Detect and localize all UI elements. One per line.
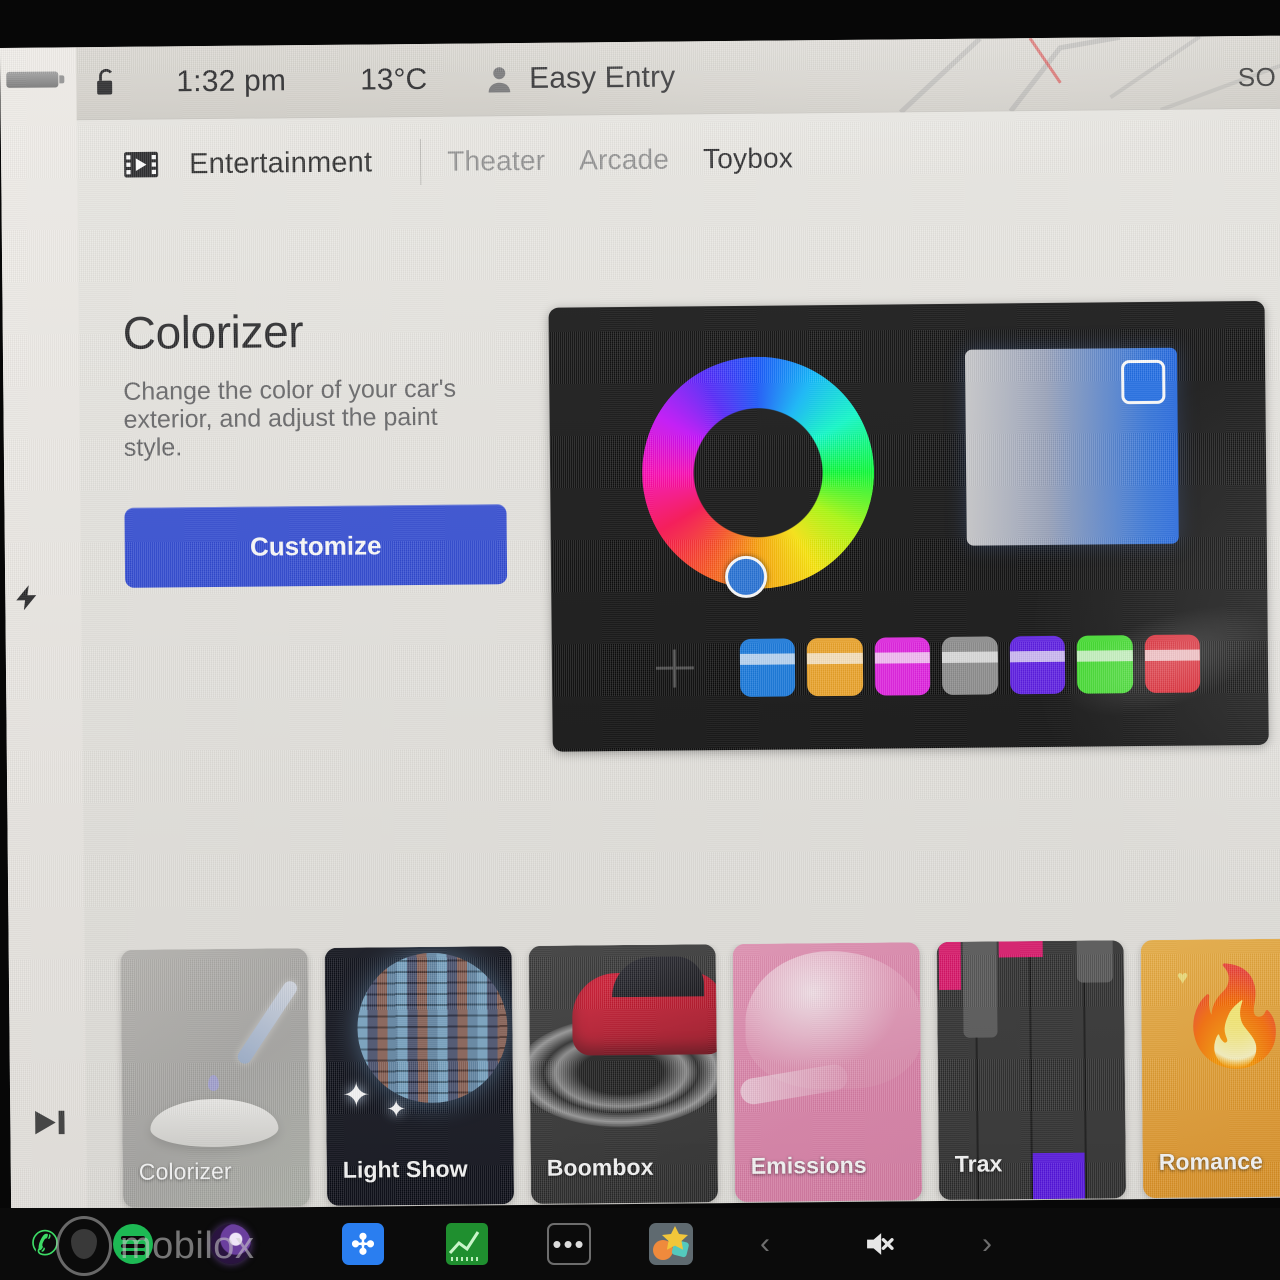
swatch-band bbox=[739, 653, 796, 665]
app-card-trax[interactable]: Trax bbox=[936, 940, 1127, 1201]
left-rail bbox=[0, 47, 88, 1210]
map-strip[interactable]: SO bbox=[860, 35, 1280, 113]
battery-icon bbox=[6, 71, 59, 88]
phone-icon[interactable]: ✆ bbox=[22, 1221, 68, 1267]
street-label: SO bbox=[1237, 61, 1277, 93]
sparkle-icon: ✦ bbox=[341, 1076, 371, 1115]
person-icon[interactable] bbox=[487, 64, 511, 94]
tab-theater[interactable]: Theater bbox=[447, 145, 545, 178]
energy-chart-icon[interactable] bbox=[444, 1221, 490, 1267]
piano-key-black bbox=[1076, 940, 1114, 983]
swatch-blue[interactable] bbox=[739, 638, 796, 697]
bluetooth-glyph: ✣ bbox=[342, 1223, 384, 1265]
clock: 1:32 pm bbox=[176, 64, 287, 99]
swatch-row bbox=[652, 631, 1213, 700]
page-title: Colorizer bbox=[122, 305, 304, 359]
disco-ball-icon bbox=[356, 952, 509, 1104]
toybox-app-row[interactable]: Colorizer ✦ ✦ Light Show Boombox Emissio… bbox=[85, 938, 1280, 1210]
swatch-band bbox=[1009, 650, 1066, 662]
swatch-band bbox=[942, 651, 998, 663]
swatch-band bbox=[874, 652, 931, 664]
unlocked-padlock-icon[interactable] bbox=[92, 68, 120, 98]
camera-icon[interactable] bbox=[208, 1221, 254, 1267]
bluetooth-icon[interactable]: ✣ bbox=[340, 1221, 386, 1267]
tab-toybox[interactable]: Toybox bbox=[703, 142, 793, 175]
status-bar: 1:32 pm 13°C Easy Entry SO bbox=[75, 35, 1280, 121]
app-card-colorizer[interactable]: Colorizer bbox=[120, 948, 311, 1208]
play-skip-icon[interactable] bbox=[32, 1107, 70, 1137]
tab-arcade[interactable]: Arcade bbox=[579, 144, 669, 177]
app-card-light-show[interactable]: ✦ ✦ Light Show bbox=[324, 946, 515, 1206]
swatch-band bbox=[1076, 650, 1133, 662]
swatch-violet[interactable] bbox=[1009, 635, 1066, 695]
outside-temperature: 13°C bbox=[359, 62, 428, 97]
app-card-label: Emissions bbox=[750, 1151, 867, 1179]
spotify-icon[interactable] bbox=[110, 1221, 156, 1267]
infotainment-screen: 1:32 pm 13°C Easy Entry SO Entertainment… bbox=[0, 35, 1280, 1210]
swatch-magenta[interactable] bbox=[874, 637, 931, 696]
volume-muted-icon[interactable] bbox=[856, 1221, 902, 1267]
saturation-brightness-square[interactable] bbox=[964, 347, 1179, 546]
chevron-left-icon[interactable]: ‹ bbox=[742, 1221, 788, 1267]
app-card-label: Colorizer bbox=[138, 1157, 232, 1185]
tesla-touchscreen-photo: 1:32 pm 13°C Easy Entry SO Entertainment… bbox=[0, 0, 1280, 1280]
chevron-right-icon[interactable]: › bbox=[964, 1221, 1010, 1267]
campfire-icon: 🔥 bbox=[1174, 962, 1280, 1071]
tab-divider bbox=[420, 138, 422, 185]
swatch-band bbox=[807, 652, 863, 664]
hue-wheel[interactable] bbox=[641, 355, 876, 590]
lightning-bolt-icon bbox=[11, 583, 41, 613]
film-strip-icon bbox=[123, 149, 159, 179]
hue-selector-knob[interactable] bbox=[724, 555, 768, 599]
detail-text-column: Colorizer Change the color of your car's… bbox=[122, 302, 545, 588]
app-card-label: Light Show bbox=[342, 1155, 468, 1183]
app-card-boombox[interactable]: Boombox bbox=[528, 944, 719, 1204]
whoopee-cushion-icon bbox=[744, 950, 923, 1090]
car-silhouette-icon bbox=[150, 1098, 279, 1148]
swatch-gray[interactable] bbox=[941, 636, 998, 695]
taskbar: ✆ ✣ ••• ‹ › bbox=[0, 1208, 1280, 1280]
app-card-romance[interactable]: ♥ ♥ ♥ 🔥 Romance bbox=[1140, 938, 1280, 1199]
eyedropper-icon bbox=[235, 978, 300, 1067]
sparkle-icon: ✦ bbox=[386, 1096, 407, 1124]
plus-icon[interactable] bbox=[652, 645, 696, 691]
swatch-band bbox=[1144, 649, 1200, 661]
customize-button[interactable]: Customize bbox=[124, 504, 508, 588]
entertainment-tab-bar: Entertainment Theater Arcade Toybox bbox=[77, 109, 1280, 211]
section-title: Entertainment bbox=[188, 145, 373, 180]
app-card-label: Trax bbox=[954, 1150, 1003, 1177]
app-card-label: Boombox bbox=[546, 1153, 654, 1181]
apps-icon[interactable] bbox=[648, 1221, 694, 1267]
more-dots-icon[interactable]: ••• bbox=[546, 1221, 592, 1267]
app-card-label: Romance bbox=[1158, 1147, 1264, 1175]
saturation-selector-knob[interactable] bbox=[1121, 359, 1166, 405]
app-card-emissions[interactable]: Emissions bbox=[732, 942, 923, 1202]
piano-key-accent bbox=[938, 941, 962, 991]
driver-profile-name[interactable]: Easy Entry bbox=[529, 61, 675, 96]
piano-key-accent bbox=[1030, 1152, 1086, 1200]
swatch-red[interactable] bbox=[1144, 634, 1201, 694]
piano-key-accent bbox=[998, 941, 1043, 958]
red-tesla-icon bbox=[571, 972, 719, 1056]
swatch-orange[interactable] bbox=[807, 637, 864, 697]
color-picker-preview[interactable] bbox=[548, 300, 1269, 752]
page-description: Change the color of your car's exterior,… bbox=[123, 374, 457, 462]
paint-drop-icon bbox=[207, 1074, 220, 1092]
key-divider bbox=[1028, 957, 1034, 1200]
colorizer-detail: Colorizer Change the color of your car's… bbox=[78, 199, 1280, 951]
piano-key-black bbox=[962, 941, 998, 1038]
swatch-green[interactable] bbox=[1076, 635, 1133, 694]
